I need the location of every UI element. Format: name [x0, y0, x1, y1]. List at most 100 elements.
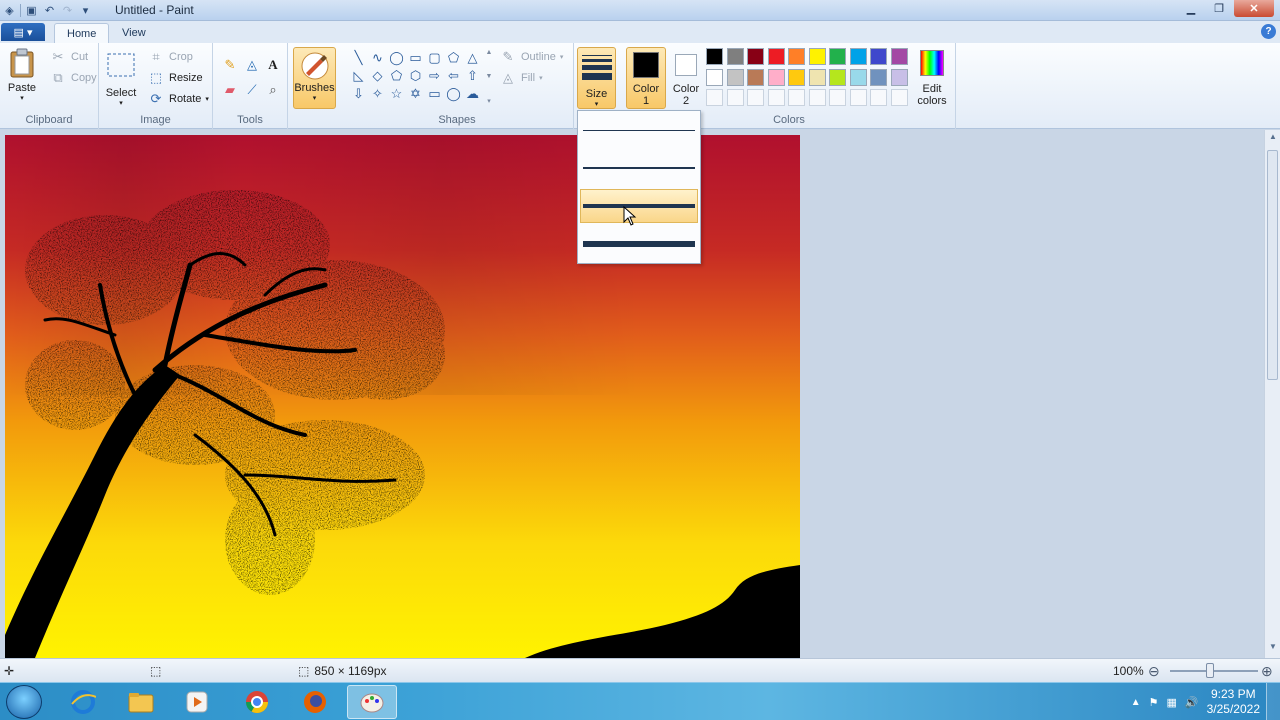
four-point-star-shape-icon[interactable]: ✧	[368, 85, 387, 103]
outline-button[interactable]: ✎ Outline ▾	[499, 48, 564, 66]
five-point-star-shape-icon[interactable]: ☆	[387, 85, 406, 103]
palette-swatch[interactable]	[788, 68, 805, 86]
paint-taskbar-icon[interactable]	[347, 685, 397, 719]
shapes-gallery-scroll[interactable]: ▲ ▼ ▾	[484, 49, 494, 105]
size-option[interactable]	[580, 189, 698, 223]
scroll-up-arrow-icon[interactable]: ▲	[1265, 132, 1280, 146]
palette-swatch[interactable]	[726, 48, 744, 65]
custom-color-slot[interactable]	[788, 89, 805, 106]
palette-swatch[interactable]	[890, 48, 908, 65]
firefox-icon[interactable]	[290, 685, 340, 719]
zoom-in-icon[interactable]: ⊕	[1261, 663, 1273, 680]
palette-swatch[interactable]	[726, 68, 744, 86]
line-shape-icon[interactable]: ╲	[349, 49, 368, 67]
brushes-button[interactable]: Brushes ▾	[293, 47, 336, 109]
palette-swatch[interactable]	[706, 68, 723, 86]
copy-button[interactable]: ⧉ Copy	[49, 69, 96, 87]
curve-shape-icon[interactable]: ∿	[368, 49, 387, 67]
save-icon[interactable]: ▣	[24, 3, 39, 18]
oval-shape-icon[interactable]: ◯	[387, 49, 406, 67]
pentagon-shape-icon[interactable]: ⬠	[387, 67, 406, 85]
zoom-slider-thumb[interactable]	[1206, 663, 1214, 678]
file-menu-button[interactable]: ▤ ▾	[1, 23, 45, 41]
oval-callout-shape-icon[interactable]: ◯	[444, 85, 463, 103]
palette-swatch[interactable]	[808, 48, 826, 65]
vertical-scrollbar[interactable]: ▲ ▼	[1264, 130, 1280, 658]
help-icon[interactable]: ?	[1261, 24, 1276, 39]
down-arrow-shape-icon[interactable]: ⇩	[349, 85, 368, 103]
fill-bucket-icon[interactable]: ◬	[243, 56, 261, 74]
size-option[interactable]	[580, 151, 698, 185]
palette-swatch[interactable]	[829, 68, 846, 86]
up-arrow-shape-icon[interactable]: ⇧	[463, 67, 482, 85]
maximize-button[interactable]: ❐	[1206, 0, 1232, 17]
right-arrow-shape-icon[interactable]: ⇨	[425, 67, 444, 85]
palette-swatch[interactable]	[788, 48, 805, 65]
palette-swatch[interactable]	[829, 48, 846, 65]
custom-color-slot[interactable]	[726, 89, 744, 106]
start-button-icon[interactable]	[6, 685, 42, 719]
undo-icon[interactable]: ↶	[42, 3, 57, 18]
action-center-icon[interactable]: ⚑	[1149, 696, 1159, 709]
shapes-gallery[interactable]: ╲ ∿ ◯ ▭ ▢ ⬠ △ ◺ ◇ ⬠ ⬡ ⇨ ⇦ ⇧ ⇩ ✧ ☆ ✡ ▭ ◯ …	[349, 49, 487, 105]
custom-color-slot[interactable]	[849, 89, 867, 106]
tab-home[interactable]: Home	[54, 23, 110, 43]
magnifier-icon[interactable]: ⌕	[264, 81, 282, 99]
resize-button[interactable]: ⬚ Resize	[147, 69, 203, 87]
text-tool-icon[interactable]: A	[264, 56, 282, 74]
zoom-slider-track[interactable]	[1170, 670, 1258, 672]
crop-button[interactable]: ⌗ Crop	[147, 48, 193, 66]
eraser-icon[interactable]: ▰	[221, 81, 239, 99]
zoom-out-icon[interactable]: ⊖	[1148, 663, 1160, 680]
rect-callout-shape-icon[interactable]: ▭	[425, 85, 444, 103]
custom-color-slot[interactable]	[870, 89, 887, 106]
paint-app-icon[interactable]: ◈	[2, 3, 17, 18]
rectangle-shape-icon[interactable]: ▭	[406, 49, 425, 67]
rotate-button[interactable]: ⟳ Rotate ▾	[147, 90, 209, 108]
hexagon-shape-icon[interactable]: ⬡	[406, 67, 425, 85]
right-triangle-shape-icon[interactable]: ◺	[349, 67, 368, 85]
scrollbar-thumb[interactable]	[1267, 150, 1278, 380]
left-arrow-shape-icon[interactable]: ⇦	[444, 67, 463, 85]
size-option[interactable]	[580, 113, 698, 147]
show-desktop-button[interactable]	[1266, 683, 1280, 720]
palette-swatch[interactable]	[849, 48, 867, 65]
tab-view[interactable]: View	[110, 23, 158, 43]
clock[interactable]: 9:23 PM 3/25/2022	[1207, 687, 1260, 717]
network-icon[interactable]: ▦	[1167, 696, 1177, 709]
expand-gallery-icon[interactable]: ▾	[487, 97, 491, 105]
close-button[interactable]: ✕	[1234, 0, 1274, 17]
diamond-shape-icon[interactable]: ◇	[368, 67, 387, 85]
pencil-icon[interactable]: ✎	[221, 56, 239, 74]
scroll-down-arrow-icon[interactable]: ▼	[1265, 642, 1280, 656]
custom-color-slot[interactable]	[767, 89, 785, 106]
custom-color-slot[interactable]	[890, 89, 908, 106]
custom-color-slot[interactable]	[829, 89, 846, 106]
polygon-shape-icon[interactable]: ⬠	[444, 49, 463, 67]
internet-explorer-icon[interactable]	[58, 685, 108, 719]
palette-swatch[interactable]	[870, 48, 887, 65]
rounded-rectangle-shape-icon[interactable]: ▢	[425, 49, 444, 67]
cloud-callout-shape-icon[interactable]: ☁	[463, 85, 482, 103]
palette-swatch[interactable]	[767, 68, 785, 86]
scroll-down-icon[interactable]: ▼	[486, 73, 493, 80]
volume-icon[interactable]: 🔊	[1185, 696, 1199, 709]
fill-button[interactable]: ◬ Fill ▾	[499, 69, 543, 87]
palette-swatch[interactable]	[849, 68, 867, 86]
palette-swatch[interactable]	[870, 68, 887, 86]
minimize-button[interactable]: ▁	[1178, 0, 1204, 17]
scroll-up-icon[interactable]: ▲	[486, 49, 493, 56]
select-button[interactable]: Select ▾	[105, 49, 137, 107]
color-picker-icon[interactable]: ⟋	[243, 81, 261, 99]
customize-qat-icon[interactable]: ▾	[78, 3, 93, 18]
six-point-star-shape-icon[interactable]: ✡	[406, 85, 425, 103]
palette-swatch[interactable]	[767, 48, 785, 65]
custom-color-slot[interactable]	[747, 89, 764, 106]
triangle-shape-icon[interactable]: △	[463, 49, 482, 67]
custom-color-slot[interactable]	[808, 89, 826, 106]
size-option[interactable]	[580, 227, 698, 261]
chrome-icon[interactable]	[232, 685, 282, 719]
show-hidden-icons-icon[interactable]: ▲	[1131, 697, 1141, 708]
palette-swatch[interactable]	[706, 48, 723, 65]
edit-colors-button[interactable]: Edit colors	[914, 47, 950, 107]
